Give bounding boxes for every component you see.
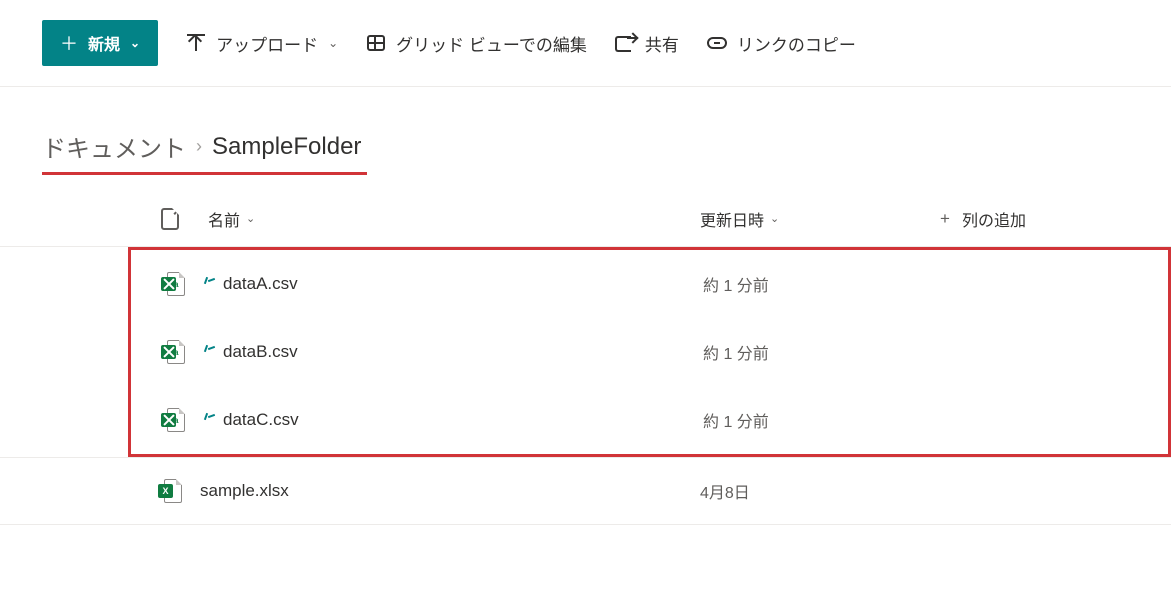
file-name[interactable]: dataC.csv xyxy=(223,410,299,430)
csv-file-icon: a xyxy=(161,340,185,364)
link-icon xyxy=(707,33,727,53)
annotation-highlight: a dataA.csv 約 1 分前 a dataB.csv 約 1 分前 a … xyxy=(128,247,1171,457)
file-modified: 約 1 分前 xyxy=(703,340,943,364)
csv-file-icon: a xyxy=(161,272,185,296)
share-icon xyxy=(615,33,635,53)
breadcrumb-root[interactable]: ドキュメント xyxy=(42,129,186,164)
chevron-right-icon: › xyxy=(196,136,202,157)
file-name[interactable]: sample.xlsx xyxy=(200,481,289,501)
xlsx-file-icon xyxy=(158,479,182,503)
file-row[interactable]: a dataA.csv 約 1 分前 xyxy=(131,250,1168,318)
modified-column-label: 更新日時 xyxy=(700,207,764,231)
file-list: 名前 ⌄ 更新日時 ⌄ + 列の追加 a dataA.csv 約 1 分前 a xyxy=(0,191,1171,525)
breadcrumb-current: SampleFolder xyxy=(212,133,361,161)
name-column-header[interactable]: 名前 ⌄ xyxy=(200,207,700,231)
share-button[interactable]: 共有 xyxy=(615,31,679,56)
upload-button[interactable]: アップロード ⌄ xyxy=(186,31,338,56)
add-column-label: 列の追加 xyxy=(962,207,1026,231)
document-icon xyxy=(161,208,179,230)
file-modified: 4月8日 xyxy=(700,479,940,503)
breadcrumb: ドキュメント › SampleFolder xyxy=(42,129,367,175)
filetype-column-icon[interactable] xyxy=(140,208,200,230)
file-name[interactable]: dataB.csv xyxy=(223,342,298,362)
plus-icon: + xyxy=(940,209,950,229)
column-header-row: 名前 ⌄ 更新日時 ⌄ + 列の追加 xyxy=(0,191,1171,247)
new-item-icon xyxy=(203,345,217,359)
chevron-down-icon: ⌄ xyxy=(130,36,140,50)
chevron-down-icon: ⌄ xyxy=(328,36,338,50)
file-row[interactable]: a dataB.csv 約 1 分前 xyxy=(131,318,1168,386)
modified-column-header[interactable]: 更新日時 ⌄ xyxy=(700,207,940,231)
file-row[interactable]: sample.xlsx 4月8日 xyxy=(0,457,1171,525)
grid-icon xyxy=(366,33,386,53)
upload-label: アップロード xyxy=(216,31,318,56)
chevron-down-icon: ⌄ xyxy=(770,212,779,225)
upload-icon xyxy=(186,33,206,53)
csv-file-icon: a xyxy=(161,408,185,432)
file-modified: 約 1 分前 xyxy=(703,272,943,296)
command-bar: ＋ 新規 ⌄ アップロード ⌄ グリッド ビューでの編集 共有 リンクのコピー xyxy=(0,0,1171,87)
breadcrumb-container: ドキュメント › SampleFolder xyxy=(0,87,1171,191)
gridview-button[interactable]: グリッド ビューでの編集 xyxy=(366,31,587,56)
new-item-icon xyxy=(203,413,217,427)
copylink-label: リンクのコピー xyxy=(737,31,856,56)
gridview-label: グリッド ビューでの編集 xyxy=(396,31,587,56)
add-column-button[interactable]: + 列の追加 xyxy=(940,207,1171,231)
chevron-down-icon: ⌄ xyxy=(246,212,255,225)
share-label: 共有 xyxy=(645,31,679,56)
file-row[interactable]: a dataC.csv 約 1 分前 xyxy=(131,386,1168,454)
new-label: 新規 xyxy=(88,31,120,55)
file-name[interactable]: dataA.csv xyxy=(223,274,298,294)
new-button[interactable]: ＋ 新規 ⌄ xyxy=(42,20,158,66)
file-modified: 約 1 分前 xyxy=(703,408,943,432)
new-item-icon xyxy=(203,277,217,291)
plus-icon: ＋ xyxy=(60,30,78,56)
name-column-label: 名前 xyxy=(208,207,240,231)
copylink-button[interactable]: リンクのコピー xyxy=(707,31,856,56)
